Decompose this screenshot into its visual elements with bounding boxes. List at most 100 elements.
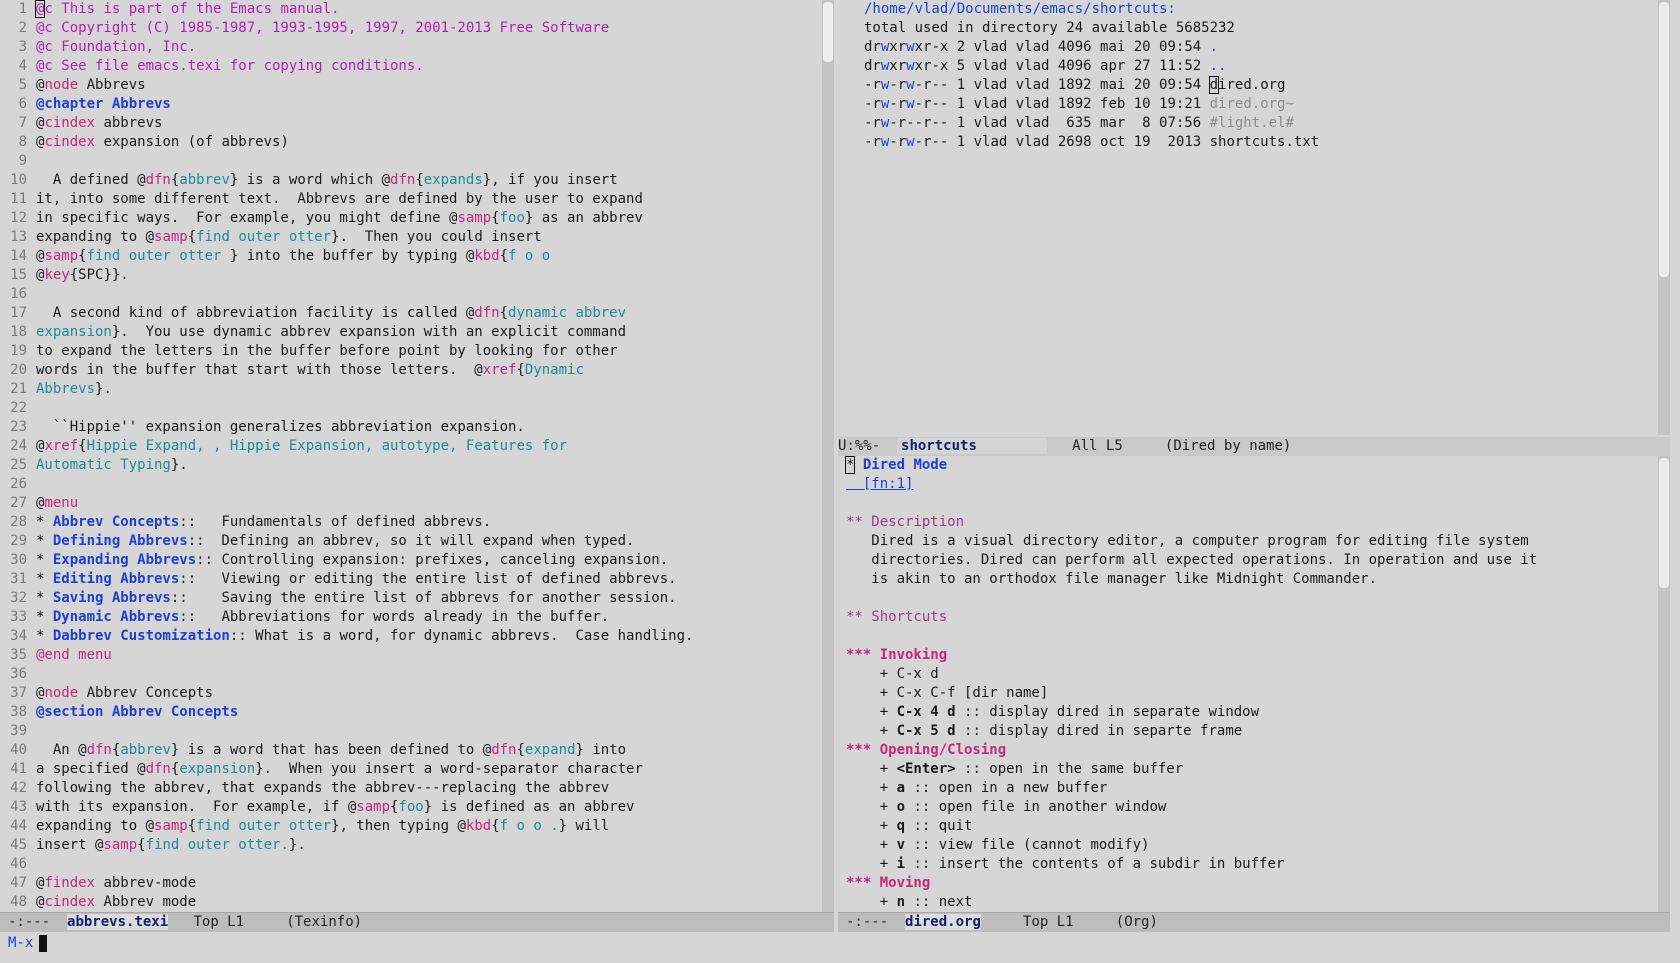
code-line[interactable]: @samp{find outer otter } into the buffer… [36, 247, 810, 266]
modeline-buffer-name[interactable]: dired.org [905, 914, 981, 930]
code-line[interactable]: @cindex expansion (of abbrevs) [36, 133, 810, 152]
code-line[interactable]: * Saving Abbrevs:: Saving the entire lis… [36, 589, 810, 608]
code-line[interactable]: @key{SPC}}. [36, 266, 810, 285]
org-content[interactable]: * Dired Mode [fn:1] ** Description Dired … [838, 456, 1670, 912]
code-line[interactable]: * Editing Abbrevs:: Viewing or editing t… [36, 570, 810, 589]
code-line[interactable] [36, 665, 810, 684]
code-line[interactable]: a specified @dfn{expansion}. When you in… [36, 760, 810, 779]
code-line[interactable] [36, 152, 810, 171]
org-heading[interactable]: *** Opening/Closing [838, 741, 1670, 760]
code-line[interactable] [36, 855, 810, 874]
dired-entry[interactable]: -rw-rw-r-- 1 vlad vlad 2698 oct 19 2013 … [838, 133, 1670, 152]
org-line[interactable]: Dired is a visual directory editor, a co… [838, 532, 1670, 551]
left-scrollbar-thumb[interactable] [823, 2, 833, 62]
left-scrollbar[interactable] [822, 0, 834, 912]
dired-entry[interactable]: -rw-r--r-- 1 vlad vlad 635 mar 8 07:56 #… [838, 114, 1670, 133]
modeline-status: -:--- [846, 914, 889, 930]
code-line[interactable]: @chapter Abbrevs [36, 95, 810, 114]
code-line[interactable]: expansion}. You use dynamic abbrev expan… [36, 323, 810, 342]
org-line[interactable]: + i :: insert the contents of a subdir i… [838, 855, 1670, 874]
code-line[interactable] [36, 475, 810, 494]
org-line[interactable]: + n :: next [838, 893, 1670, 912]
code-line[interactable] [36, 399, 810, 418]
code-line[interactable]: @xref{Hippie Expand, , Hippie Expansion,… [36, 437, 810, 456]
code-line[interactable]: @c Foundation, Inc. [36, 38, 810, 57]
org-line[interactable]: directories. Dired can perform all expec… [838, 551, 1670, 570]
code-line[interactable]: words in the buffer that start with thos… [36, 361, 810, 380]
dired-scrollbar[interactable] [1658, 0, 1670, 435]
code-line[interactable]: @end menu [36, 646, 810, 665]
code-line[interactable]: with its expansion. For example, if @sam… [36, 798, 810, 817]
code-line[interactable]: in specific ways. For example, you might… [36, 209, 810, 228]
org-scrollbar-thumb[interactable] [1659, 458, 1669, 588]
dired-scrollbar-thumb[interactable] [1659, 2, 1669, 277]
code-line[interactable]: An @dfn{abbrev} is a word that has been … [36, 741, 810, 760]
org-line[interactable] [838, 589, 1670, 608]
org-line[interactable]: + C-x d [838, 665, 1670, 684]
dired-entry[interactable]: -rw-rw-r-- 1 vlad vlad 1892 feb 10 19:21… [838, 95, 1670, 114]
code-line[interactable]: @node Abbrev Concepts [36, 684, 810, 703]
org-line[interactable]: + <Enter> :: open in the same buffer [838, 760, 1670, 779]
texinfo-buffer-pane[interactable]: 1 2 3 4 5 6 7 8 9 10 11 12 13 14 15 16 17 18 19 20 21 22 23 24 2… [0, 0, 810, 912]
org-line[interactable]: + o :: open file in another window [838, 798, 1670, 817]
org-mode-line: -:--- dired.org Top L1 (Org) [838, 912, 1670, 932]
org-line[interactable]: is akin to an orthodox file manager like… [838, 570, 1670, 589]
code-line[interactable] [36, 285, 810, 304]
code-line[interactable]: insert @samp{find outer otter.}. [36, 836, 810, 855]
code-line[interactable]: @cindex abbrevs [36, 114, 810, 133]
org-line[interactable] [838, 494, 1670, 513]
modeline-buffer-name[interactable]: shortcuts [897, 438, 1047, 454]
org-scrollbar[interactable] [1658, 456, 1670, 912]
code-line[interactable]: * Dabbrev Customization:: What is a word… [36, 627, 810, 646]
code-line[interactable]: expanding to @samp{find outer otter}, th… [36, 817, 810, 836]
code-line[interactable]: * Abbrev Concepts:: Fundamentals of defi… [36, 513, 810, 532]
org-line[interactable]: [fn:1] [838, 475, 1670, 494]
dired-file-name: .. [1209, 58, 1227, 74]
code-line[interactable]: * Dynamic Abbrevs:: Abbreviations for wo… [36, 608, 810, 627]
code-line[interactable]: to expand the letters in the buffer befo… [36, 342, 810, 361]
code-line[interactable]: Automatic Typing}. [36, 456, 810, 475]
code-line[interactable]: * Defining Abbrevs:: Defining an abbrev,… [36, 532, 810, 551]
texinfo-code-area[interactable]: @c This is part of the Emacs manual. @c C… [34, 0, 810, 912]
minibuffer[interactable]: M-x [8, 933, 48, 953]
org-line[interactable]: + C-x C-f [dir name] [838, 684, 1670, 703]
code-line[interactable]: ``Hippie'' expansion generalizes abbrevi… [36, 418, 810, 437]
code-line[interactable]: @menu [36, 494, 810, 513]
dired-entry[interactable]: -rw-rw-r-- 1 vlad vlad 1892 mai 20 09:54… [838, 76, 1670, 95]
org-heading[interactable]: *** Invoking [838, 646, 1670, 665]
line-number: 46 [10, 856, 27, 872]
org-heading[interactable]: ** Description [838, 513, 1670, 532]
line-number: 9 [18, 153, 27, 169]
code-line[interactable]: @c See file emacs.texi for copying condi… [36, 57, 810, 76]
code-line[interactable]: it, into some different text. Abbrevs ar… [36, 190, 810, 209]
org-line[interactable] [838, 627, 1670, 646]
org-heading[interactable]: * Dired Mode [838, 456, 1670, 475]
org-line[interactable]: + q :: quit [838, 817, 1670, 836]
code-line[interactable]: @cindex Abbrev mode [36, 893, 810, 912]
dired-entry[interactable]: drwxrwxr-x 2 vlad vlad 4096 mai 20 09:54… [838, 38, 1670, 57]
dired-buffer-pane[interactable]: /home/vlad/Documents/emacs/shortcuts: to… [838, 0, 1670, 435]
org-heading[interactable]: *** Moving [838, 874, 1670, 893]
code-line[interactable]: @section Abbrev Concepts [36, 703, 810, 722]
org-line[interactable]: + C-x 4 d :: display dired in separate w… [838, 703, 1670, 722]
org-line[interactable]: + v :: view file (cannot modify) [838, 836, 1670, 855]
code-line[interactable]: @node Abbrevs [36, 76, 810, 95]
code-line[interactable]: Abbrevs}. [36, 380, 810, 399]
modeline-buffer-name[interactable]: abbrevs.texi [67, 914, 169, 930]
org-line[interactable]: + a :: open in a new buffer [838, 779, 1670, 798]
org-buffer-pane[interactable]: * Dired Mode [fn:1] ** Description Dired … [838, 456, 1670, 912]
code-line[interactable]: expanding to @samp{find outer otter}. Th… [36, 228, 810, 247]
code-line[interactable]: A defined @dfn{abbrev} is a word which @… [36, 171, 810, 190]
code-line[interactable]: @findex abbrev-mode [36, 874, 810, 893]
code-line[interactable]: @c Copyright (C) 1985-1987, 1993-1995, 1… [36, 19, 810, 38]
org-heading[interactable]: ** Shortcuts [838, 608, 1670, 627]
dired-entry[interactable]: drwxrwxr-x 5 vlad vlad 4096 apr 27 11:52… [838, 57, 1670, 76]
code-line[interactable]: @c This is part of the Emacs manual. [34, 0, 810, 19]
code-line[interactable]: following the abbrev, that expands the a… [36, 779, 810, 798]
code-line[interactable] [36, 722, 810, 741]
org-line[interactable]: + C-x 5 d :: display dired in separte fr… [838, 722, 1670, 741]
line-number: 29 [10, 533, 27, 549]
code-line[interactable]: * Expanding Abbrevs:: Controlling expans… [36, 551, 810, 570]
code-line[interactable]: A second kind of abbreviation facility i… [36, 304, 810, 323]
line-number: 25 [10, 457, 27, 473]
